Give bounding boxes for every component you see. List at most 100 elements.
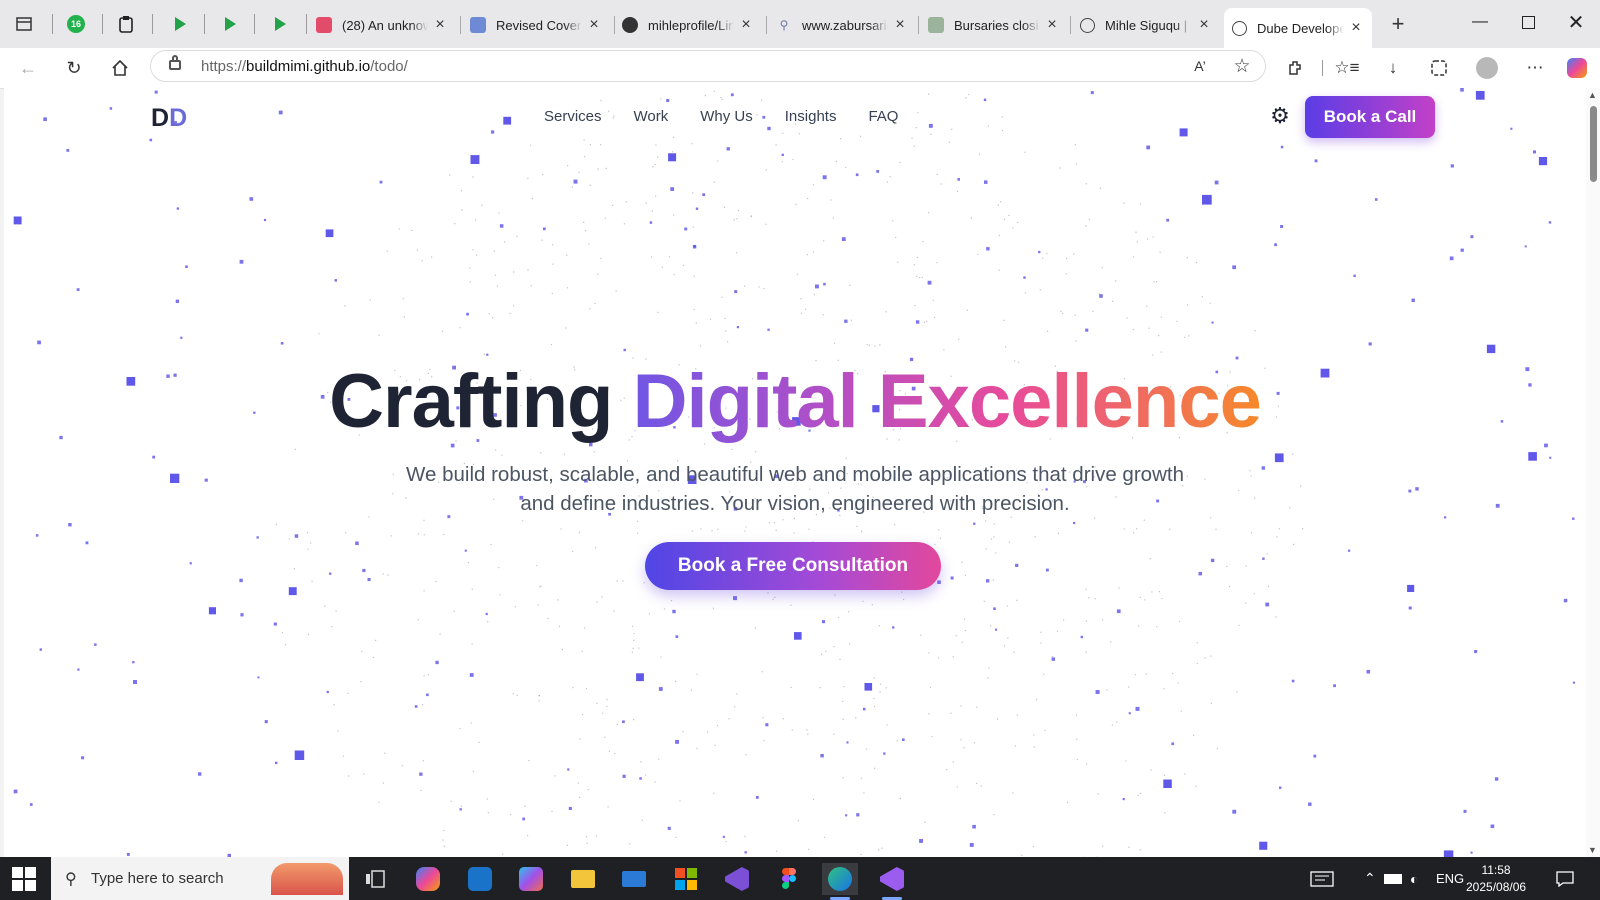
play-pinned-tab-icon[interactable] [166,10,194,38]
url-text[interactable]: https://buildmimi.github.io/todo/ [201,58,408,75]
maximize-icon[interactable] [1504,0,1552,44]
nav-link-why-us[interactable]: Why Us [700,108,753,125]
separator [766,16,767,34]
site-nav: Services Work Why Us Insights FAQ [544,108,930,125]
microsoft-store-icon[interactable] [668,863,704,895]
notification-badge: 16 [67,15,85,33]
tab-title: mihleprofile/LinkedIn [648,17,734,33]
nav-link-faq[interactable]: FAQ [868,108,898,125]
tab-github[interactable]: mihleprofile/LinkedIn × [614,8,762,42]
nav-link-work[interactable]: Work [634,108,669,125]
screenshot-icon[interactable] [1424,54,1454,82]
clipboard-pinned-tab-icon[interactable] [112,10,140,38]
lock-icon[interactable] [169,55,181,70]
hero-subtitle: We build robust, scalable, and beautiful… [406,463,1184,515]
copilot-app-icon[interactable] [410,863,446,895]
windows-taskbar: ⚲ Type here to search ⌃ ◐ ENG 11:58 2025… [0,857,1600,900]
play-pinned-tab-icon[interactable] [266,10,294,38]
search-placeholder: Type here to search [91,870,224,887]
battery-icon[interactable] [1384,857,1402,900]
visual-studio-icon[interactable] [719,863,755,895]
network-icon[interactable]: ◐ [1410,857,1418,900]
mail-icon[interactable] [616,863,652,895]
close-tab-icon[interactable]: × [586,16,602,34]
system-clock[interactable]: 11:58 2025/08/06 [1466,862,1526,896]
whatsapp-pinned-tab[interactable]: 16 [62,10,90,38]
tab-title: Revised Cover Letter [496,17,582,33]
microsoft-365-icon[interactable] [513,863,549,895]
browser-tab-bar: 16 (28) An unknown × Revised Cover Lette… [0,0,1600,48]
edge-browser-icon[interactable] [822,863,858,900]
language-indicator[interactable]: ENG [1436,857,1464,900]
close-tab-icon[interactable]: × [1196,16,1212,34]
windows-start-icon[interactable] [12,867,36,891]
visual-studio-preview-icon[interactable] [874,863,910,900]
address-bar[interactable]: https://buildmimi.github.io/todo/ A’ ☆ [150,50,1266,82]
search-icon: ⚲ [65,871,77,888]
back-arrow-icon[interactable]: ← [12,54,44,82]
play-pinned-tab-icon[interactable] [216,10,244,38]
minimize-icon[interactable]: — [1456,0,1504,44]
tab-bursaries-closing[interactable]: Bursaries closing × [920,8,1068,42]
close-tab-icon[interactable]: × [738,16,754,34]
book-free-consultation-button[interactable]: Book a Free Consultation [645,542,941,590]
tab-title: www.zabursaries [802,17,888,33]
new-tab-plus-icon[interactable]: + [1384,10,1412,38]
separator [152,14,153,34]
site-logo[interactable]: DD [151,104,187,133]
scrollbar-thumb[interactable] [1590,106,1597,182]
page-scrollbar[interactable]: ▲ ▼ [1586,88,1600,857]
separator [1070,16,1071,34]
separator [52,14,53,34]
task-view-icon[interactable] [357,863,393,895]
browser-toolbar: ← ↻ https://buildmimi.github.io/todo/ A’… [0,48,1600,89]
hero-title-gradient: Digital Excellence [632,359,1262,444]
separator [306,14,307,34]
tab-actions-icon[interactable] [10,10,38,38]
close-tab-icon[interactable]: × [1044,16,1060,34]
show-hidden-icons-chevron-icon[interactable]: ⌃ [1364,857,1376,900]
document-icon [470,17,486,33]
search-highlight-image [271,863,343,895]
notifications-icon[interactable] [1556,857,1574,900]
close-tab-icon[interactable]: × [892,16,908,34]
reload-icon[interactable]: ↻ [58,54,90,82]
tab-mihle-siguqu[interactable]: Mihle Siguqu | P × [1072,8,1220,42]
tab-youtube[interactable]: (28) An unknown × [308,8,456,42]
close-tab-icon[interactable]: × [1348,19,1364,37]
read-aloud-icon[interactable]: A’ [1189,55,1211,77]
clock-time: 11:58 [1481,863,1511,877]
youtube-icon [316,17,332,33]
search-icon: ⚲ [779,18,789,32]
home-icon[interactable] [104,54,136,82]
globe-icon [1232,20,1247,36]
news-widget-icon[interactable] [1310,857,1334,900]
figma-icon[interactable] [771,863,807,895]
copilot-icon[interactable] [1562,54,1592,82]
extensions-icon[interactable] [1280,54,1310,82]
close-window-icon[interactable]: ✕ [1552,0,1600,44]
favorites-icon[interactable]: ☆≡ [1332,54,1362,82]
file-explorer-icon[interactable] [565,863,601,895]
github-icon [622,17,638,33]
downloads-icon[interactable]: ↓ [1378,54,1408,82]
scroll-up-icon[interactable]: ▲ [1588,90,1597,100]
scroll-down-icon[interactable]: ▼ [1588,845,1597,855]
favorite-star-icon[interactable]: ☆ [1231,55,1253,77]
tab-title: (28) An unknown [342,17,428,33]
tab-title: Mihle Siguqu | P [1105,17,1192,33]
book-a-call-button[interactable]: Book a Call [1305,96,1435,138]
tab-title: Bursaries closing [954,17,1040,33]
nav-link-services[interactable]: Services [544,108,602,125]
taskbar-search[interactable]: ⚲ Type here to search [51,857,349,900]
tab-zabursaries[interactable]: ⚲ www.zabursaries × [768,8,916,42]
globe-icon [1080,17,1095,33]
outlook-icon[interactable] [462,863,498,895]
tab-cover-letter[interactable]: Revised Cover Letter × [462,8,610,42]
profile-avatar[interactable] [1472,54,1502,82]
close-tab-icon[interactable]: × [432,16,448,34]
theme-toggle-gear-icon[interactable]: ⚙ [1268,103,1292,128]
more-menu-icon[interactable]: ⋯ [1520,54,1550,82]
tab-dube-developer[interactable]: Dube Developer × [1224,8,1372,48]
nav-link-insights[interactable]: Insights [785,108,837,125]
